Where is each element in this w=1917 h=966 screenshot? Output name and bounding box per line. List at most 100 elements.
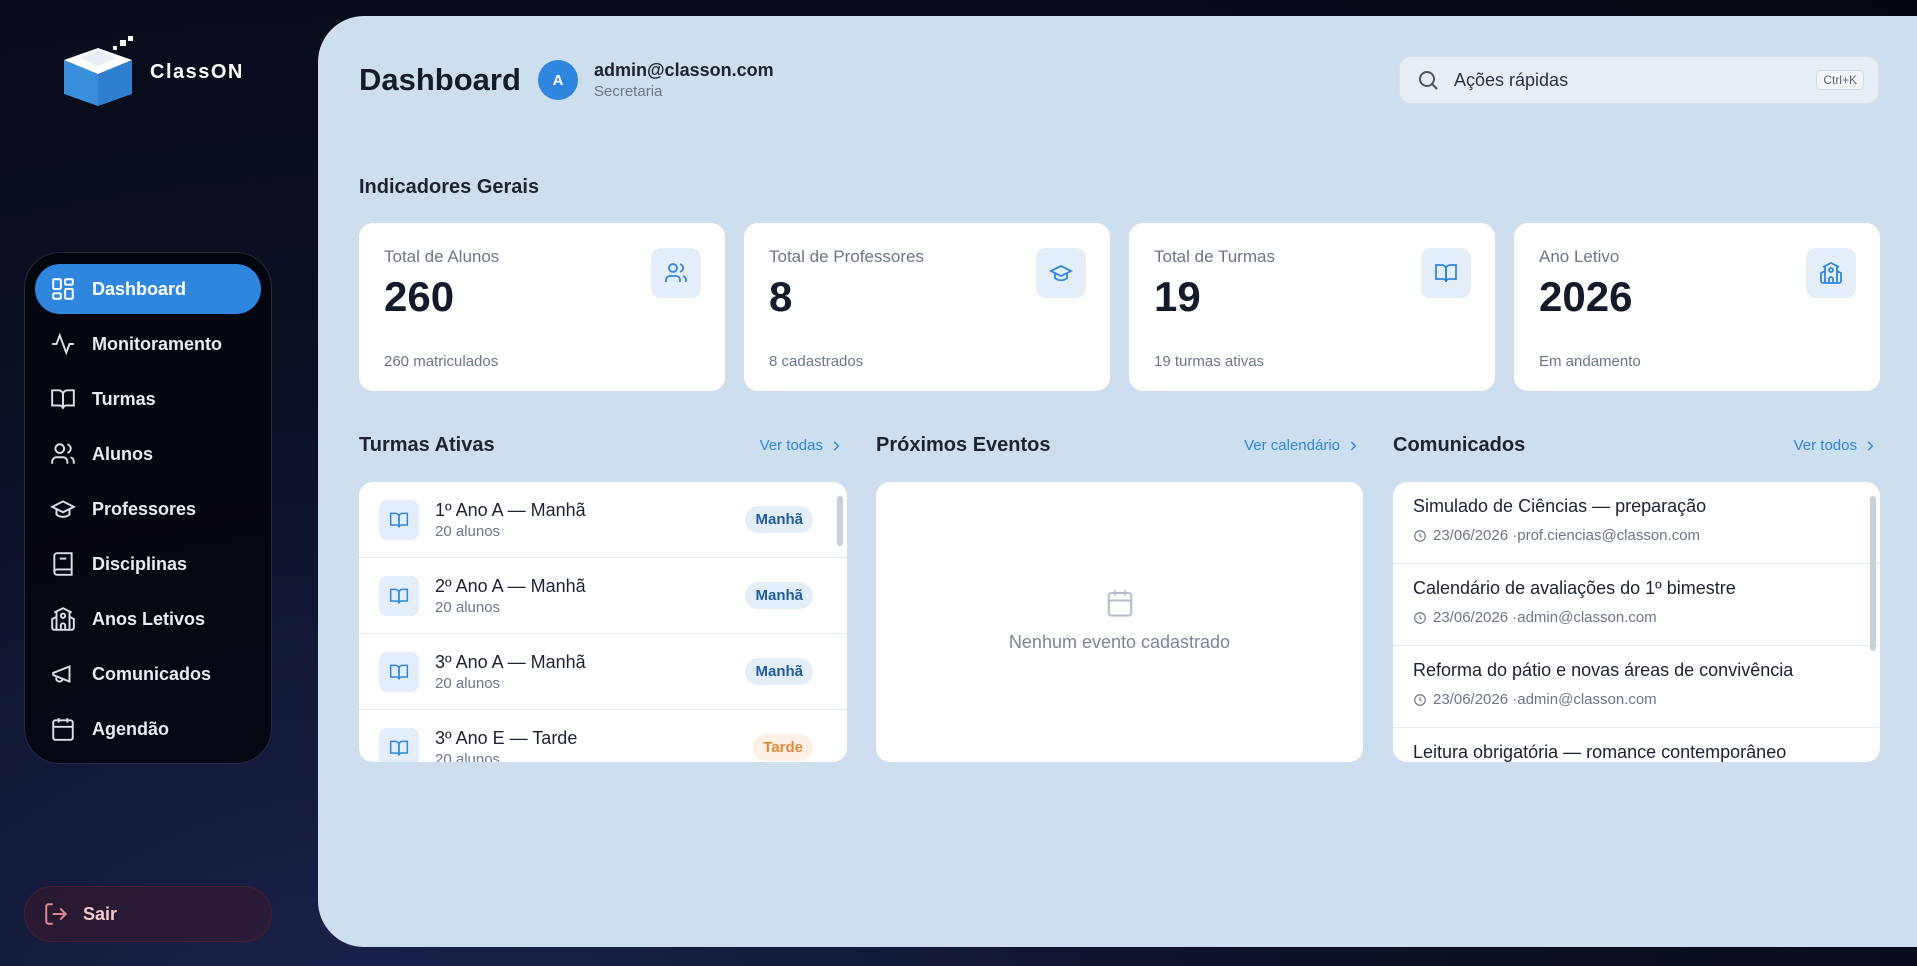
events-panel: Nenhum evento cadastrado <box>876 482 1363 762</box>
announcement-meta: 23/06/2026 ·prof.ciencias@classon.com <box>1433 527 1701 544</box>
announcement-title: Simulado de Ciências — preparação <box>1413 496 1707 516</box>
stat-card-professores[interactable]: Total de Professores 8 8 cadastrados <box>744 223 1110 391</box>
sidebar-item-anos-letivos[interactable]: Anos Letivos <box>35 594 261 644</box>
activity-icon <box>52 332 74 356</box>
announcement-meta: 23/06/2026 ·admin@classon.com <box>1433 691 1657 708</box>
quick-actions-search[interactable]: Ações rápidas Ctrl+K <box>1399 56 1879 104</box>
announcements-title: Comunicados <box>1393 434 1526 456</box>
user-email: admin@classon.com <box>594 60 774 80</box>
shift-badge: Manhã <box>745 658 813 685</box>
calendar-icon <box>52 718 74 741</box>
sidebar-item-turmas[interactable]: Turmas <box>35 374 261 424</box>
view-all-announcements-link[interactable]: Ver todos <box>1794 437 1877 454</box>
classes-title: Turmas Ativas <box>359 434 495 456</box>
list-item[interactable]: Leitura obrigatória — romance contemporâ… <box>1393 728 1880 762</box>
school-icon <box>51 607 75 631</box>
announcement-title: Calendário de avaliações do 1º bimestre <box>1413 578 1736 598</box>
link-label: Ver todas <box>759 437 823 454</box>
sidebar-item-label: Turmas <box>92 388 156 409</box>
scrollbar[interactable] <box>837 496 843 546</box>
logout-button[interactable]: Sair <box>24 886 272 942</box>
class-name: 2º Ano A — Manhã <box>435 575 586 596</box>
sidebar-item-agendao[interactable]: Agendão <box>35 704 261 754</box>
chevron-right-icon <box>833 440 840 451</box>
sidebar-item-monitoramento[interactable]: Monitoramento <box>35 319 261 369</box>
list-item[interactable]: 2º Ano A — Manhã 20 alunos Manhã <box>359 558 847 634</box>
graduation-cap-icon <box>1036 248 1086 298</box>
sidebar-nav: Dashboard Monitoramento Turmas Alunos Pr… <box>24 252 272 764</box>
stat-sub: 8 cadastrados <box>769 353 864 370</box>
announcement-title: Leitura obrigatória — romance contemporâ… <box>1413 742 1787 762</box>
list-item[interactable]: 3º Ano A — Manhã 20 alunos Manhã <box>359 634 847 710</box>
main-content: Dashboard A admin@classon.com Secretaria… <box>318 16 1917 947</box>
list-item[interactable]: Simulado de Ciências — preparação 23/06/… <box>1393 482 1880 564</box>
notebook-icon <box>53 552 73 576</box>
book-icon <box>379 651 419 692</box>
sidebar-item-label: Anos Letivos <box>92 608 206 629</box>
sidebar-item-label: Disciplinas <box>92 553 188 574</box>
shift-badge: Manhã <box>745 582 813 609</box>
shift-badge: Manhã <box>745 506 813 533</box>
sidebar-item-professores[interactable]: Professores <box>35 484 261 534</box>
class-students: 20 alunos <box>435 674 501 692</box>
page-title: Dashboard <box>359 62 521 97</box>
list-item[interactable]: Reforma do pátio e novas áreas de conviv… <box>1393 646 1880 728</box>
link-label: Ver calendário <box>1244 437 1340 454</box>
classes-header: Turmas Ativas Ver todas <box>359 434 843 457</box>
logout-label: Sair <box>83 903 118 924</box>
logout-icon <box>45 903 68 925</box>
app-name: ClassON <box>150 60 244 83</box>
events-title: Próximos Eventos <box>876 434 1051 456</box>
sidebar-item-label: Professores <box>92 498 197 519</box>
graduation-cap-icon <box>50 500 76 518</box>
list-item[interactable]: Calendário de avaliações do 1º bimestre … <box>1393 564 1880 646</box>
announcement-meta: 23/06/2026 ·admin@classon.com <box>1433 609 1657 626</box>
keyboard-shortcut: Ctrl+K <box>1816 70 1864 90</box>
stat-sub: Em andamento <box>1539 353 1641 370</box>
list-item[interactable]: 3º Ano E — Tarde 20 alunos Tarde <box>359 710 847 762</box>
sidebar-item-label: Comunicados <box>92 663 212 684</box>
school-icon <box>1806 248 1856 298</box>
stat-card-alunos[interactable]: Total de Alunos 260 260 matriculados <box>359 223 725 391</box>
announcements-list[interactable]: Simulado de Ciências — preparação 23/06/… <box>1393 482 1880 762</box>
classes-list[interactable]: 1º Ano A — Manhã 20 alunos Manhã 2º Ano A… <box>359 482 847 762</box>
view-all-classes-link[interactable]: Ver todas <box>760 437 843 454</box>
sidebar-item-dashboard[interactable]: Dashboard <box>35 264 261 314</box>
app-logo[interactable]: ClassON <box>58 36 244 108</box>
stat-card-turmas[interactable]: Total de Turmas 19 19 turmas ativas <box>1129 223 1495 391</box>
class-students: 20 alunos <box>435 750 501 763</box>
class-name: 3º Ano A — Manhã <box>435 651 586 672</box>
graduation-box-icon <box>64 36 133 106</box>
dashboard-icon <box>52 278 74 300</box>
sidebar-item-disciplinas[interactable]: Disciplinas <box>35 539 261 589</box>
class-students: 20 alunos <box>435 598 501 616</box>
view-calendar-link[interactable]: Ver calendário <box>1244 437 1360 454</box>
announcements-header: Comunicados Ver todos <box>1393 434 1877 457</box>
stat-sub: 260 matriculados <box>384 353 499 370</box>
user-role: Secretaria <box>594 83 663 100</box>
user-info[interactable]: A admin@classon.com Secretaria <box>538 60 774 100</box>
sidebar-item-comunicados[interactable]: Comunicados <box>35 649 261 699</box>
megaphone-icon <box>52 664 71 684</box>
book-icon <box>51 389 75 409</box>
book-icon <box>1421 248 1471 298</box>
chevron-right-icon <box>1867 440 1874 451</box>
clock-icon <box>1414 529 1426 542</box>
events-header: Próximos Eventos Ver calendário <box>876 434 1360 457</box>
sidebar-item-label: Agendão <box>92 718 170 739</box>
sidebar-item-alunos[interactable]: Alunos <box>35 429 261 479</box>
users-icon <box>651 248 701 298</box>
class-name: 1º Ano A — Manhã <box>435 499 586 520</box>
class-name: 3º Ano E — Tarde <box>435 727 578 748</box>
announcement-title: Reforma do pátio e novas áreas de conviv… <box>1413 660 1794 680</box>
search-placeholder: Ações rápidas <box>1454 69 1569 90</box>
sidebar-item-label: Monitoramento <box>92 333 222 354</box>
stat-card-ano-letivo[interactable]: Ano Letivo 2026 Em andamento <box>1514 223 1880 391</box>
users-icon <box>51 443 75 464</box>
class-students: 20 alunos <box>435 522 501 540</box>
sidebar-item-label: Alunos <box>92 443 153 464</box>
clock-icon <box>1414 611 1426 624</box>
list-item[interactable]: 1º Ano A — Manhã 20 alunos Manhã <box>359 482 847 558</box>
book-icon <box>379 575 419 616</box>
scrollbar[interactable] <box>1870 496 1876 651</box>
